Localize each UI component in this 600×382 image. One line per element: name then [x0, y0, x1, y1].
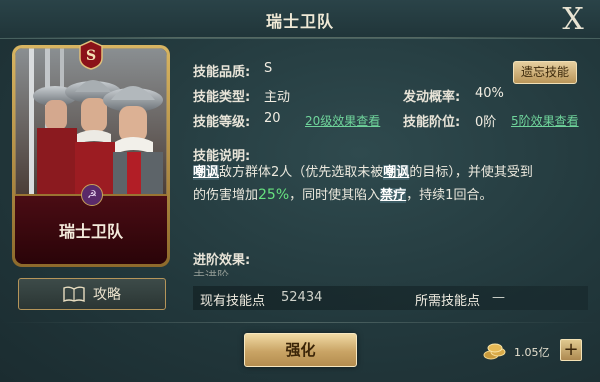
- level-effect-link[interactable]: 20级效果查看: [305, 112, 380, 129]
- guide-button-label: 攻略: [93, 287, 121, 303]
- chance-value: 40%: [475, 86, 504, 101]
- forget-skill-button[interactable]: 遗忘技能: [513, 61, 577, 84]
- damage-percent: 25%: [258, 187, 290, 203]
- stage-label: 技能阶位:: [403, 115, 461, 130]
- faction-icon: ☭: [81, 184, 103, 206]
- keyword-taunt[interactable]: 嘲讽: [193, 165, 220, 180]
- grade-s-badge-icon: S: [79, 40, 103, 70]
- unit-card: ☭ 瑞士卫队: [12, 45, 170, 267]
- owned-points-label: 现有技能点: [200, 294, 266, 309]
- add-currency-button[interactable]: +: [560, 339, 582, 361]
- coins-icon: [483, 343, 506, 360]
- keyword-taunt-2[interactable]: 嘲讽: [383, 165, 410, 180]
- quality-value: S: [264, 61, 273, 76]
- guide-button[interactable]: 攻略: [18, 278, 166, 310]
- skill-description: 嘲讽敌方群体2人（优先选取未被嘲讽的目标），并使其受到 的伤害增加25%，同时使…: [193, 165, 533, 203]
- advance-first-line: 未进阶: [193, 269, 230, 276]
- keyword-heal-ban[interactable]: 禁疗: [380, 188, 407, 203]
- owned-points-value: 52434: [281, 290, 323, 305]
- chance-label: 发动概率:: [403, 90, 461, 105]
- book-icon: [63, 286, 85, 302]
- advance-label: 进阶效果:: [193, 253, 251, 268]
- required-points-label: 所需技能点: [415, 294, 481, 309]
- strengthen-button[interactable]: 强化: [244, 333, 357, 367]
- stage-value: 0阶: [475, 115, 497, 130]
- level-value: 20: [264, 111, 281, 126]
- stage-effect-link[interactable]: 5阶效果查看: [511, 112, 579, 129]
- type-label: 技能类型:: [193, 90, 251, 105]
- quality-label: 技能品质:: [193, 65, 251, 80]
- window-title: 瑞士卫队: [265, 12, 334, 31]
- close-button[interactable]: X: [556, 4, 590, 36]
- type-value: 主动: [264, 90, 291, 105]
- card-name: 瑞士卫队: [58, 222, 123, 241]
- unit-portrait: [15, 48, 167, 198]
- card-name-band: ☭ 瑞士卫队: [15, 184, 167, 264]
- svg-text:S: S: [86, 48, 96, 64]
- level-label: 技能等级:: [193, 115, 251, 130]
- divider: [0, 322, 600, 323]
- currency-amount: 1.05亿: [514, 346, 550, 359]
- required-points-value: —: [492, 290, 505, 305]
